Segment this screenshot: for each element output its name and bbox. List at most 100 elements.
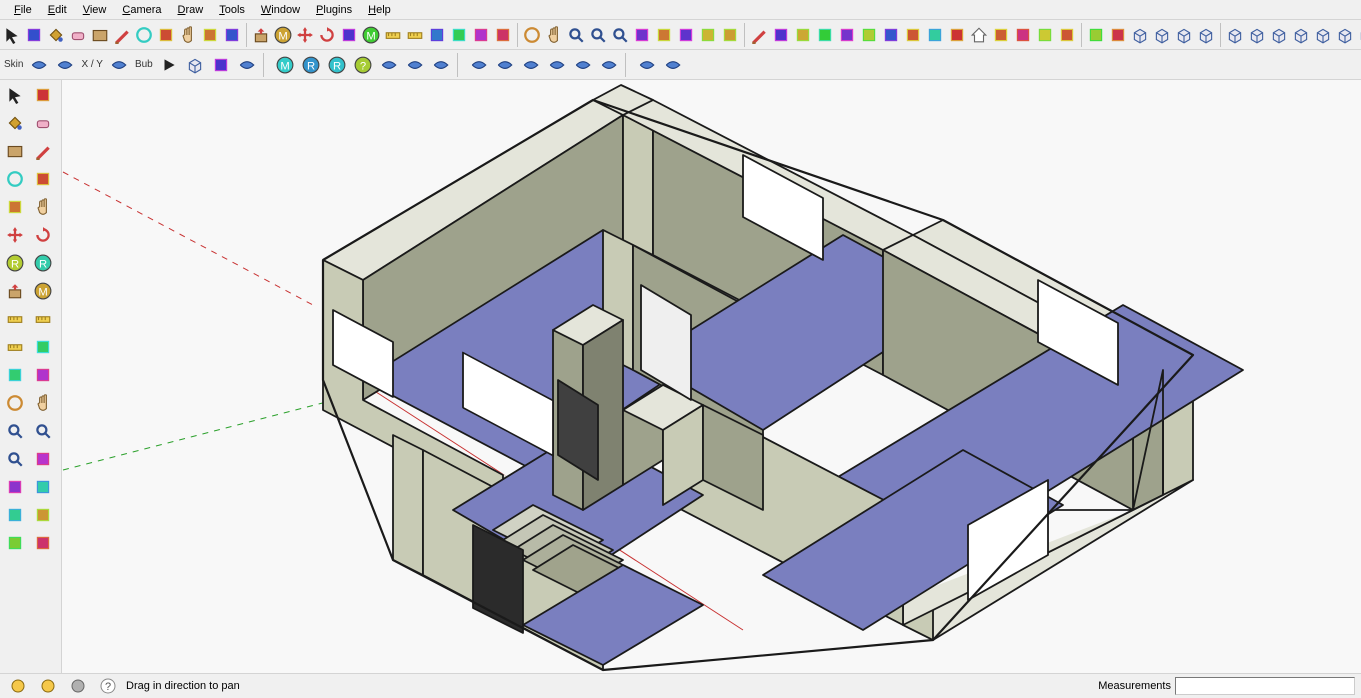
zoom-window-tool[interactable]: [2, 446, 28, 472]
plugin-globe-button[interactable]: [429, 53, 453, 77]
xray-button[interactable]: [815, 23, 835, 47]
menu-plugins[interactable]: Plugins: [308, 2, 360, 18]
plugin-orb-button[interactable]: [403, 53, 427, 77]
footprints-tool[interactable]: [2, 530, 28, 556]
offset-red-tool[interactable]: R: [30, 250, 56, 276]
orbit-button[interactable]: [522, 23, 542, 47]
status-icon-2[interactable]: [36, 674, 60, 698]
polygon-button[interactable]: [200, 23, 220, 47]
menu-camera[interactable]: Camera: [114, 2, 169, 18]
menu-file[interactable]: File: [6, 2, 40, 18]
rectangle-tool[interactable]: [2, 138, 28, 164]
text-label-tool[interactable]: [30, 334, 56, 360]
fog-button[interactable]: [793, 23, 813, 47]
axes-button[interactable]: [449, 23, 469, 47]
plugin-swap-button[interactable]: [235, 53, 259, 77]
dimension-tool[interactable]: [30, 306, 56, 332]
text-button[interactable]: [427, 23, 447, 47]
zoom-extents-tool[interactable]: [30, 418, 56, 444]
make-component-tool[interactable]: [30, 82, 56, 108]
pan-button[interactable]: [544, 23, 564, 47]
photo-textures-button[interactable]: [1035, 23, 1055, 47]
move-button[interactable]: [295, 23, 315, 47]
sandbox-smoove-button[interactable]: [1152, 23, 1172, 47]
scale-red-tool[interactable]: R: [2, 250, 28, 276]
offset-button[interactable]: [222, 23, 242, 47]
iso-button[interactable]: [1269, 23, 1289, 47]
component-button[interactable]: [24, 23, 44, 47]
circle-tool[interactable]: [2, 166, 28, 192]
freehand-tool[interactable]: [30, 194, 56, 220]
paint-bucket-tool[interactable]: [2, 110, 28, 136]
walk-tool-tool[interactable]: [30, 446, 56, 472]
right-button[interactable]: [1335, 23, 1355, 47]
preview-button[interactable]: [1086, 23, 1106, 47]
plugin-blue2-button[interactable]: [53, 53, 77, 77]
plugin-help-button[interactable]: ?: [351, 53, 375, 77]
orbit-tool[interactable]: [2, 390, 28, 416]
eraser-tool[interactable]: [30, 110, 56, 136]
shadows-button[interactable]: [771, 23, 791, 47]
select-tool[interactable]: [2, 82, 28, 108]
circle-button[interactable]: [134, 23, 154, 47]
arc-button[interactable]: [156, 23, 176, 47]
layers-button[interactable]: [837, 23, 857, 47]
axes-tool-tool[interactable]: [2, 362, 28, 388]
hidden-geom-tool[interactable]: [30, 502, 56, 528]
plugin-corners-button[interactable]: [597, 53, 621, 77]
paint-bucket-button[interactable]: [46, 23, 66, 47]
move-red-tool[interactable]: [2, 222, 28, 248]
play-button[interactable]: [157, 53, 181, 77]
menu-view[interactable]: View: [75, 2, 115, 18]
outliner-button[interactable]: [749, 23, 769, 47]
zoom-window-button[interactable]: [610, 23, 630, 47]
scenes-button[interactable]: [859, 23, 879, 47]
open-box-button[interactable]: [1247, 23, 1267, 47]
components-button[interactable]: [903, 23, 923, 47]
plugin-draw4-button[interactable]: [545, 53, 569, 77]
3d-text-tool[interactable]: [30, 362, 56, 388]
eraser-button[interactable]: [68, 23, 88, 47]
menu-help[interactable]: Help: [360, 2, 399, 18]
scale-button[interactable]: [339, 23, 359, 47]
google-earth-button[interactable]: [1057, 23, 1077, 47]
follow-me-button[interactable]: M: [273, 23, 293, 47]
dimension-button[interactable]: [405, 23, 425, 47]
sandbox-drape-button[interactable]: [1174, 23, 1194, 47]
previous-button[interactable]: [632, 23, 652, 47]
preferences-button[interactable]: [947, 23, 967, 47]
rotate-red-tool[interactable]: [30, 222, 56, 248]
rectangle-button[interactable]: [90, 23, 110, 47]
menu-tools[interactable]: Tools: [211, 2, 253, 18]
polygon-tool[interactable]: [2, 194, 28, 220]
styles-button[interactable]: [881, 23, 901, 47]
top-button[interactable]: [1291, 23, 1311, 47]
line-tool[interactable]: [30, 138, 56, 164]
front-button[interactable]: [1313, 23, 1333, 47]
arc-tool[interactable]: [30, 166, 56, 192]
compass-tool[interactable]: [30, 530, 56, 556]
model-info-button[interactable]: [925, 23, 945, 47]
pan-hand-tool[interactable]: [30, 390, 56, 416]
status-icon-1[interactable]: [6, 674, 30, 698]
menu-draw[interactable]: Draw: [170, 2, 212, 18]
select-arrow-button[interactable]: [2, 23, 22, 47]
tape-measure-button[interactable]: M: [361, 23, 381, 47]
rotate-button[interactable]: [317, 23, 337, 47]
plugin-blue3-button[interactable]: [107, 53, 131, 77]
3d-warehouse-button[interactable]: [969, 23, 989, 47]
plugin-draw1-button[interactable]: [467, 53, 491, 77]
plugin-draw2-button[interactable]: [493, 53, 517, 77]
push-pull-button[interactable]: [251, 23, 271, 47]
sandbox-grid-button[interactable]: [1130, 23, 1150, 47]
zoom-button[interactable]: [566, 23, 586, 47]
stop-button[interactable]: [183, 53, 207, 77]
back-button[interactable]: [1357, 23, 1361, 47]
record-button[interactable]: [209, 53, 233, 77]
position-camera-button[interactable]: [676, 23, 696, 47]
sandbox-stamp-button[interactable]: [1196, 23, 1216, 47]
look-around-button[interactable]: [698, 23, 718, 47]
plugin-r-button[interactable]: R: [325, 53, 349, 77]
measurements-input[interactable]: [1175, 677, 1355, 695]
section-tool[interactable]: [2, 502, 28, 528]
